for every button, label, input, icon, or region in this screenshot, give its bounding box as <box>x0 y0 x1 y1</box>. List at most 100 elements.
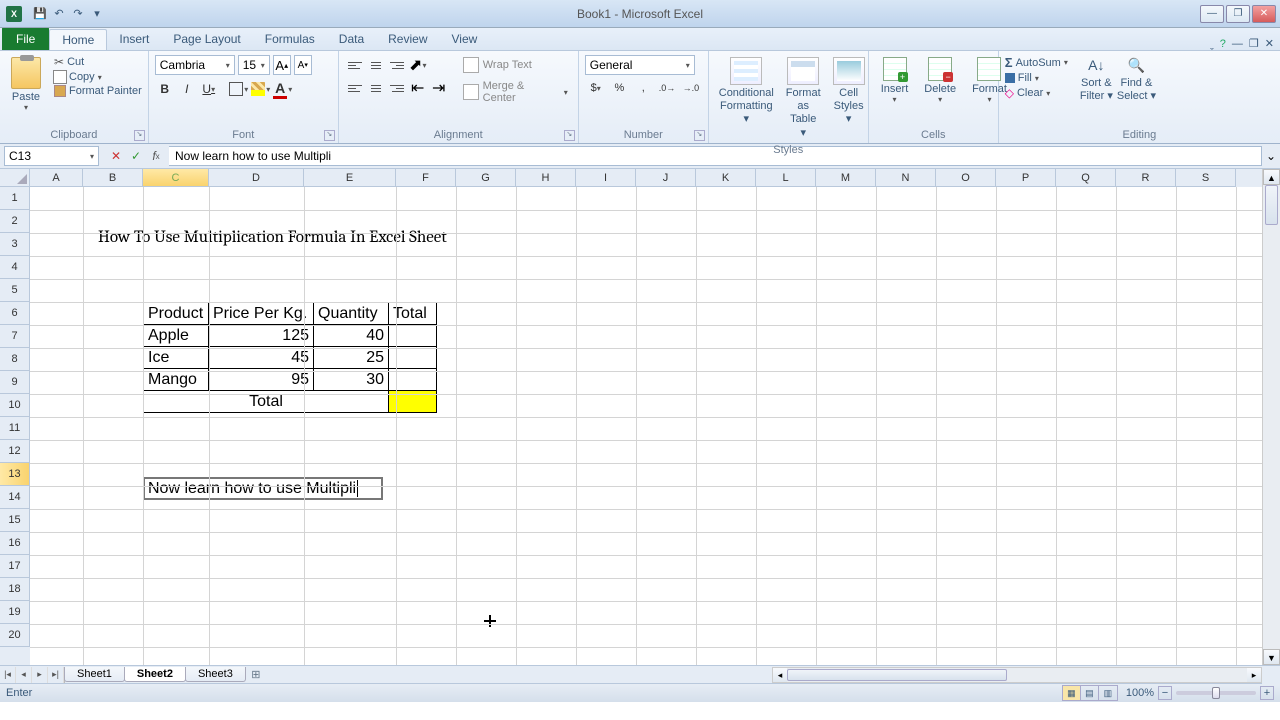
autosum-button[interactable]: ΣAutoSum▾ <box>1005 55 1068 70</box>
redo-icon[interactable]: ↷ <box>70 6 86 22</box>
row-header-16[interactable]: 16 <box>0 532 30 555</box>
decrease-decimal-button[interactable]: →.0 <box>680 78 702 98</box>
table-header-price[interactable]: Price Per Kg. <box>209 303 314 325</box>
row-header-5[interactable]: 5 <box>0 279 30 302</box>
wrap-text-button[interactable]: Wrap Text <box>459 55 572 75</box>
page-layout-view-button[interactable]: ▤ <box>1081 686 1099 700</box>
alignment-dialog-launcher[interactable]: ↘ <box>564 130 575 141</box>
shrink-font-button[interactable]: A▾ <box>294 55 312 75</box>
merge-center-button[interactable]: Merge & Center▾ <box>459 78 572 106</box>
row-header-17[interactable]: 17 <box>0 555 30 578</box>
font-name-select[interactable]: Cambria▾ <box>155 55 235 75</box>
col-header-M[interactable]: M <box>816 169 876 187</box>
sheet-nav-first[interactable]: |◂ <box>0 667 16 683</box>
accounting-format-button[interactable]: $▾ <box>585 78 607 98</box>
delete-cells-button[interactable]: Delete▾ <box>918 55 962 106</box>
col-header-J[interactable]: J <box>636 169 696 187</box>
underline-button[interactable]: U▾ <box>199 79 219 99</box>
row-header-3[interactable]: 3 <box>0 233 30 256</box>
table-header-product[interactable]: Product <box>144 303 209 325</box>
row-header-2[interactable]: 2 <box>0 210 30 233</box>
row-header-9[interactable]: 9 <box>0 371 30 394</box>
page-break-view-button[interactable]: ▥ <box>1099 686 1117 700</box>
col-header-B[interactable]: B <box>83 169 143 187</box>
table-row[interactable]: Ice 45 25 <box>144 347 437 369</box>
col-header-L[interactable]: L <box>756 169 816 187</box>
col-header-P[interactable]: P <box>996 169 1056 187</box>
align-middle-button[interactable] <box>366 55 386 75</box>
enter-edit-button[interactable]: ✓ <box>127 147 145 165</box>
scroll-down-button[interactable]: ▼ <box>1263 649 1280 665</box>
minimize-ribbon-icon[interactable]: ˬ <box>1210 38 1214 50</box>
bold-button[interactable]: B <box>155 79 175 99</box>
col-header-O[interactable]: O <box>936 169 996 187</box>
align-center-button[interactable] <box>366 78 386 98</box>
maximize-button[interactable]: ❐ <box>1226 5 1250 23</box>
sheet-nav-prev[interactable]: ◂ <box>16 667 32 683</box>
row-header-18[interactable]: 18 <box>0 578 30 601</box>
row-header-20[interactable]: 20 <box>0 624 30 647</box>
number-dialog-launcher[interactable]: ↘ <box>694 130 705 141</box>
tab-page-layout[interactable]: Page Layout <box>161 29 252 50</box>
decrease-indent-button[interactable]: ⇤ <box>408 78 428 98</box>
hscroll-thumb[interactable] <box>787 669 1007 681</box>
italic-button[interactable]: I <box>177 79 197 99</box>
clipboard-dialog-launcher[interactable]: ↘ <box>134 130 145 141</box>
font-color-button[interactable]: A▾ <box>273 79 293 99</box>
select-all-button[interactable] <box>0 169 30 187</box>
spreadsheet-grid[interactable]: ABCDEFGHIJKLMNOPQRS 12345678910111213141… <box>0 169 1280 665</box>
editing-cell[interactable]: Now learn how to use Multipli <box>143 477 383 500</box>
percent-button[interactable]: % <box>609 78 631 98</box>
align-left-button[interactable] <box>345 78 365 98</box>
insert-cells-button[interactable]: Insert▾ <box>875 55 915 106</box>
normal-view-button[interactable]: ▦ <box>1063 686 1081 700</box>
row-header-8[interactable]: 8 <box>0 348 30 371</box>
sheet-tab-sheet1[interactable]: Sheet1 <box>64 667 125 682</box>
col-header-S[interactable]: S <box>1176 169 1236 187</box>
col-header-N[interactable]: N <box>876 169 936 187</box>
new-sheet-button[interactable]: ⊞ <box>246 668 266 681</box>
qat-customize-icon[interactable]: ▾ <box>89 6 105 22</box>
zoom-out-button[interactable]: − <box>1158 686 1172 700</box>
col-header-Q[interactable]: Q <box>1056 169 1116 187</box>
sheet-tab-sheet2[interactable]: Sheet2 <box>124 667 186 682</box>
zoom-slider[interactable] <box>1176 691 1256 695</box>
comma-button[interactable]: , <box>632 78 654 98</box>
table-row[interactable]: Apple 125 40 <box>144 325 437 347</box>
scroll-up-button[interactable]: ▲ <box>1263 169 1280 185</box>
vertical-scrollbar[interactable]: ▲ ▼ <box>1262 169 1280 665</box>
sheet-nav-next[interactable]: ▸ <box>32 667 48 683</box>
conditional-formatting-button[interactable]: ConditionalFormatting ▾ <box>715 55 778 142</box>
row-header-10[interactable]: 10 <box>0 394 30 417</box>
name-box[interactable]: C13▾ <box>4 146 99 166</box>
paste-button[interactable]: Paste ▾ <box>6 55 46 112</box>
tab-home[interactable]: Home <box>49 29 107 50</box>
col-header-I[interactable]: I <box>576 169 636 187</box>
help-icon[interactable]: ? <box>1220 38 1226 50</box>
vscroll-thumb[interactable] <box>1265 185 1278 225</box>
scroll-left-button[interactable]: ◂ <box>773 668 787 682</box>
find-select-button[interactable]: 🔍Find &Select ▾ <box>1117 55 1156 103</box>
grow-font-button[interactable]: A▴ <box>273 55 291 75</box>
format-as-table-button[interactable]: Formatas Table ▾ <box>782 55 825 142</box>
tab-insert[interactable]: Insert <box>107 29 161 50</box>
row-header-4[interactable]: 4 <box>0 256 30 279</box>
number-format-select[interactable]: General▾ <box>585 55 695 75</box>
cut-button[interactable]: ✂Cut <box>54 55 142 69</box>
row-header-19[interactable]: 19 <box>0 601 30 624</box>
tab-data[interactable]: Data <box>327 29 376 50</box>
align-bottom-button[interactable] <box>387 55 407 75</box>
clear-button[interactable]: ◇Clear▾ <box>1005 86 1068 100</box>
window-close-icon[interactable]: ✕ <box>1265 37 1274 50</box>
border-button[interactable]: ▾ <box>229 79 249 99</box>
zoom-level[interactable]: 100% <box>1126 687 1154 699</box>
cells-area[interactable]: How To Use Multiplication Formula In Exc… <box>30 187 1262 665</box>
row-header-1[interactable]: 1 <box>0 187 30 210</box>
close-button[interactable]: ✕ <box>1252 5 1276 23</box>
scroll-right-button[interactable]: ▸ <box>1247 668 1261 682</box>
row-header-13[interactable]: 13 <box>0 463 30 486</box>
font-dialog-launcher[interactable]: ↘ <box>324 130 335 141</box>
table-header-qty[interactable]: Quantity <box>314 303 389 325</box>
align-top-button[interactable] <box>345 55 365 75</box>
cancel-edit-button[interactable]: ✕ <box>107 147 125 165</box>
